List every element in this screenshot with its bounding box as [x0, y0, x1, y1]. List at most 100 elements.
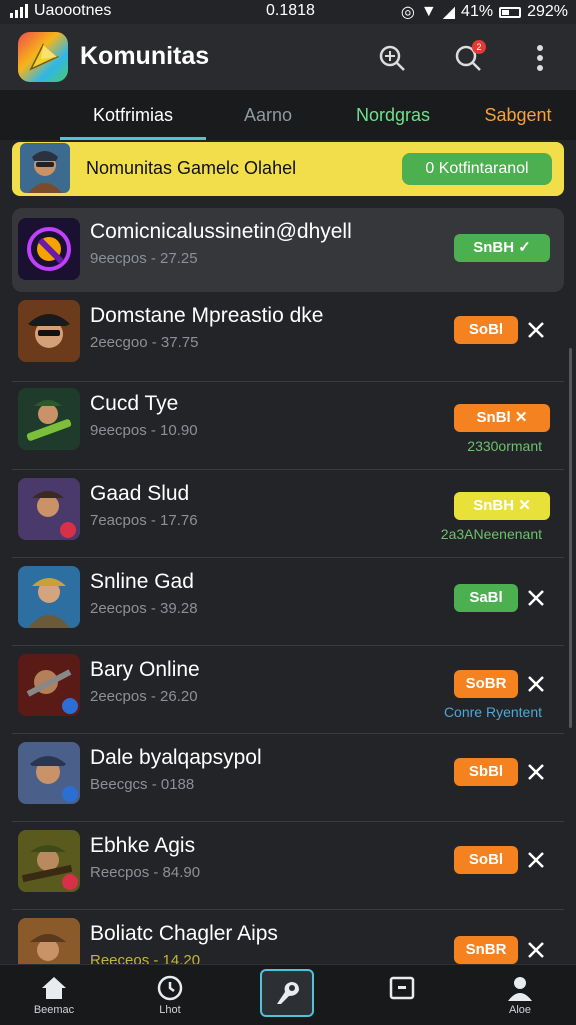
clock-icon	[157, 975, 183, 1001]
item-title: Domstane Mpreastio dke	[90, 304, 324, 327]
app-logo[interactable]	[18, 32, 68, 82]
nav-profile-label: Aloe	[508, 1004, 532, 1016]
item-subtitle: 2eecgoo - 37.75	[90, 334, 199, 351]
game-thumbnail	[18, 478, 80, 540]
game-thumbnail	[18, 300, 80, 362]
item-title: Ebhke Agis	[90, 834, 196, 857]
item-title: Dale byalqapsypol	[90, 746, 262, 769]
home-icon	[42, 977, 66, 999]
alarm-icon: ◎	[400, 4, 415, 21]
item-subtitle: Beecgcs - 0188	[90, 776, 195, 793]
action-button[interactable]: SnBH ✕	[454, 492, 550, 520]
list-item[interactable]: Boliatc Chagler Aips Reeceos - 14.20 SnB…	[0, 910, 576, 980]
tab-indicator	[60, 137, 206, 140]
game-thumbnail	[18, 742, 80, 804]
banner-avatar	[20, 143, 70, 193]
app-title: Komunitas	[80, 42, 210, 70]
tab-0[interactable]: Kotfrimias	[60, 90, 206, 140]
action-button[interactable]: SoBl	[454, 846, 518, 874]
item-subtitle: 7eacpos - 17.76	[90, 512, 198, 529]
tab-2[interactable]: Nordgras	[330, 90, 456, 140]
item-subtitle: 9eecpos - 27.25	[90, 250, 198, 267]
close-icon[interactable]	[524, 848, 548, 872]
check-icon: ✓	[518, 239, 531, 256]
wifi-icon: ▼	[420, 3, 437, 20]
game-thumbnail	[18, 566, 80, 628]
action-button[interactable]: SbBl	[454, 758, 518, 786]
nav-inbox[interactable]	[366, 965, 438, 1025]
community-icon	[277, 982, 299, 1004]
list-item[interactable]: Cucd Tye 9eecpos - 10.90 SnBl ✕ 2330orma…	[0, 382, 576, 470]
close-icon[interactable]	[524, 760, 548, 784]
signal-icon	[10, 4, 28, 18]
inbox-icon	[389, 976, 415, 1000]
cell-icon: ◢	[442, 4, 456, 21]
item-note: Conre Ryentent	[443, 704, 542, 720]
list-item[interactable]: Bary Online 2eecpos - 26.20 SoBR Conre R…	[0, 646, 576, 734]
action-button[interactable]: SnBR	[454, 936, 518, 964]
search-button[interactable]: 2	[448, 38, 488, 78]
item-subtitle: 2eecpos - 26.20	[90, 688, 198, 705]
nav-home-label: Beemac	[33, 1004, 75, 1016]
action-button[interactable]: SoBR	[454, 670, 518, 698]
list-item[interactable]: Dale byalqapsypol Beecgcs - 0188 SbBl	[0, 734, 576, 822]
nav-clock[interactable]: Lhot	[134, 965, 206, 1025]
list-item[interactable]: Snline Gad 2eecpos - 39.28 SaBl	[0, 558, 576, 646]
nav-clock-label: Lhot	[159, 1004, 181, 1016]
close-icon[interactable]	[524, 318, 548, 342]
item-subtitle: 2eecpos - 39.28	[90, 600, 198, 617]
action-button[interactable]: SoBl	[454, 316, 518, 344]
item-note: 2330ormant	[467, 438, 542, 454]
item-title: Bary Online	[90, 658, 200, 681]
more-vert-icon	[537, 45, 543, 71]
nav-community[interactable]	[252, 965, 324, 1025]
list-item[interactable]: Domstane Mpreastio dke 2eecgoo - 37.75 S…	[0, 294, 576, 382]
list-item[interactable]: Comicnicalussinetin@dhyell 9eecpos - 27.…	[0, 206, 576, 294]
zoom-icon	[379, 45, 405, 71]
game-thumbnail	[18, 218, 80, 280]
close-icon: ✕	[514, 409, 528, 426]
game-thumbnail	[18, 830, 80, 892]
carrier-label: Uaoootnes	[34, 2, 112, 19]
community-banner[interactable]: Nomunitas Gamelc Olahel 0 Kotfintaranol	[12, 142, 564, 196]
item-subtitle: 9eecpos - 10.90	[90, 422, 198, 439]
nav-home[interactable]: Beemac	[18, 965, 90, 1025]
battery-percent: 41%	[461, 3, 494, 20]
list-item[interactable]: Ebhke Agis Reecpos - 84.90 SoBl	[0, 822, 576, 910]
status-bar: Uaoootnes 0.1818 ◎ ▼ ◢ 41% 292%	[0, 0, 576, 24]
game-thumbnail	[18, 654, 80, 716]
item-title: Comicnicalussinetin@dhyell	[90, 220, 352, 243]
tab-3[interactable]: Sabgent	[466, 90, 570, 140]
item-title: Snline Gad	[90, 570, 194, 593]
close-icon[interactable]	[524, 672, 548, 696]
close-icon[interactable]	[524, 586, 548, 610]
close-icon: ✕	[518, 497, 531, 514]
action-button[interactable]: SnBH ✓	[454, 234, 550, 262]
action-button[interactable]: SnBl ✕	[454, 404, 550, 432]
nav-profile[interactable]: Aloe	[484, 965, 556, 1025]
banner-button[interactable]: 0 Kotfintaranol	[402, 153, 552, 185]
battery-icon	[499, 6, 522, 18]
bottom-nav: Beemac Lhot Aloe	[0, 964, 576, 1025]
profile-icon	[508, 977, 532, 1001]
notification-badge: 2	[472, 40, 486, 54]
status-extra: 292%	[527, 3, 568, 20]
item-title: Gaad Slud	[90, 482, 190, 505]
banner-title: Nomunitas Gamelc Olahel	[86, 158, 297, 178]
action-button[interactable]: SaBl	[454, 584, 518, 612]
tab-bar: Kotfrimias Aarno Nordgras Sabgent	[0, 90, 576, 140]
item-note: 2a3ANeenenant	[440, 526, 542, 542]
zoom-search-button[interactable]	[372, 38, 412, 78]
clock: 0.1818	[266, 2, 315, 19]
item-subtitle: Reecpos - 84.90	[90, 864, 201, 881]
item-title: Boliatc Chagler Aips	[90, 922, 278, 945]
list-item[interactable]: Gaad Slud 7eacpos - 17.76 SnBH ✕ 2a3ANee…	[0, 470, 576, 558]
app-bar: Komunitas 2	[0, 24, 576, 90]
item-title: Cucd Tye	[90, 392, 179, 415]
game-thumbnail	[18, 388, 80, 450]
more-menu-button[interactable]	[520, 38, 560, 78]
item-subtitle: Reeceos - 14.20	[90, 952, 201, 964]
scrollbar[interactable]	[569, 348, 572, 728]
close-icon[interactable]	[524, 938, 548, 962]
tab-1[interactable]: Aarno	[220, 90, 316, 140]
